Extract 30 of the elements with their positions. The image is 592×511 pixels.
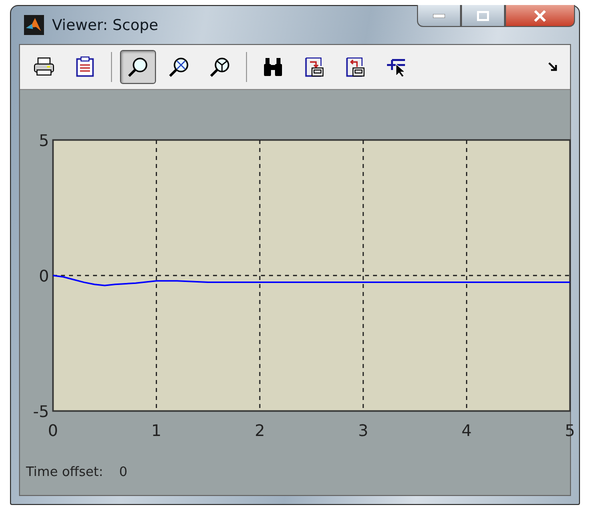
app-logo-icon: [24, 15, 44, 35]
zoom-button[interactable]: [120, 50, 156, 84]
y-tick-label: -5: [33, 402, 49, 421]
x-tick-label: 1: [151, 421, 162, 440]
pointer-icon: [385, 56, 407, 78]
minimize-button[interactable]: [417, 5, 461, 27]
clipboard-icon: [74, 56, 96, 78]
maximize-icon: [477, 10, 489, 20]
time-offset-value: 0: [119, 465, 128, 480]
magnifier-icon: [127, 56, 149, 78]
expand-arrow-icon[interactable]: [548, 62, 558, 72]
y-tick-label: 0: [38, 266, 49, 286]
y-tick-label: 5: [38, 131, 49, 150]
window-title: Viewer: Scope: [52, 16, 158, 34]
x-tick-label: 3: [358, 421, 368, 440]
close-icon: [533, 10, 547, 22]
axes-arrow-icon: [303, 56, 325, 78]
x-tick-label: 4: [462, 421, 472, 440]
magnifier-fork-icon: [209, 56, 231, 78]
printer-icon: [33, 56, 55, 78]
magnifier-cross-icon: [168, 56, 190, 78]
minimize-icon: [433, 14, 445, 18]
binoculars-icon: [262, 56, 284, 78]
axes-arrow-icon: [344, 56, 366, 78]
maximize-button[interactable]: [461, 5, 505, 27]
x-tick-label: 0: [48, 421, 58, 440]
close-button[interactable]: [505, 5, 575, 27]
x-tick-label: 5: [564, 421, 574, 440]
x-tick-label: 2: [254, 421, 265, 440]
time-offset-label: Time offset:: [26, 465, 104, 480]
